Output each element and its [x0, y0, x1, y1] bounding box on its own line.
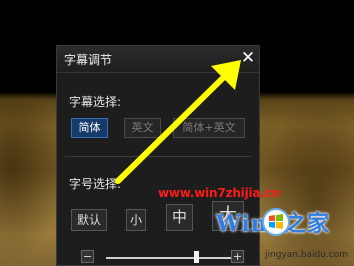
arrow-shaft: [115, 70, 231, 184]
windows-logo-icon: [262, 208, 290, 236]
watermark-url: www.win7zhijia.cn: [158, 186, 280, 200]
watermark-site: jingyan.baidu.com: [265, 250, 349, 260]
